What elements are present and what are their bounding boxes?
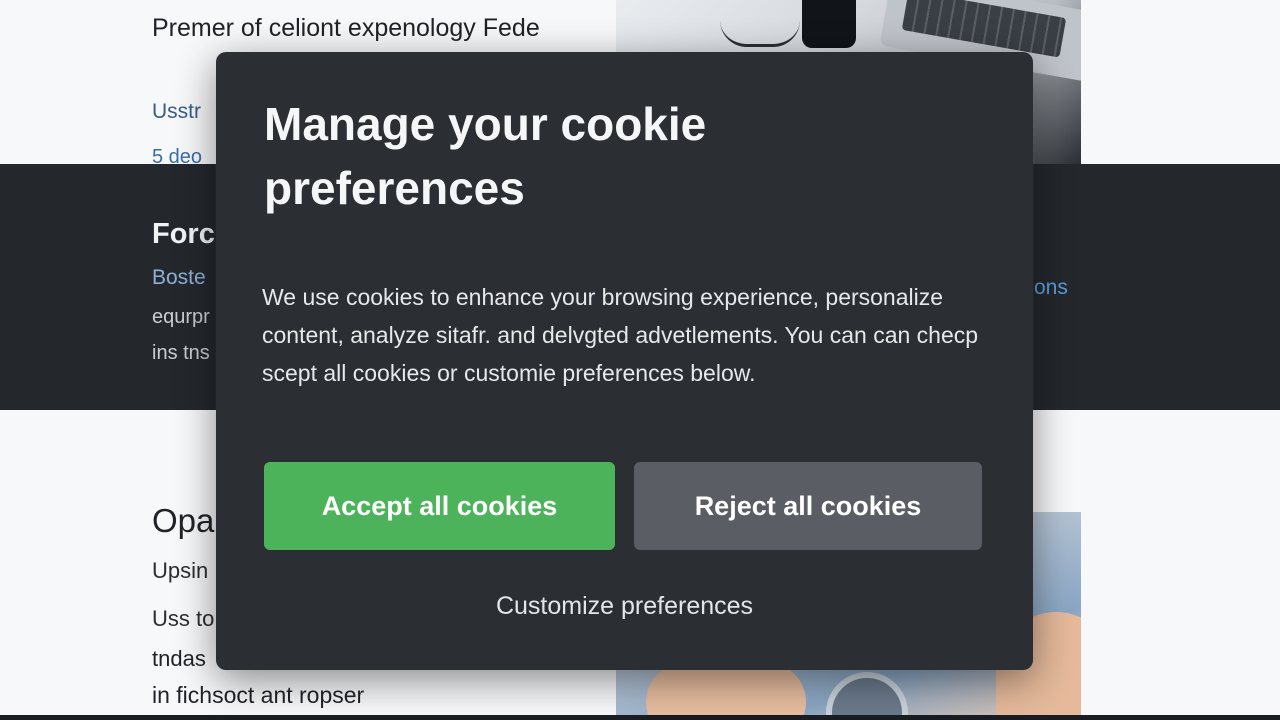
dark-section-right-link[interactable]: ons xyxy=(1034,276,1068,300)
bottom-section-text-line: tndas xyxy=(152,646,206,671)
cookie-modal-title: Manage your cookie preferences xyxy=(264,98,707,214)
reject-all-cookies-button[interactable]: Reject all cookies xyxy=(634,462,982,550)
dark-section-subtitle[interactable]: Boste xyxy=(152,266,206,290)
page: Premer of celiont expenology Fede Usstr … xyxy=(0,0,1280,720)
glasses-shape xyxy=(720,20,800,47)
bottom-section-text-line: in fichsoct ant ropser xyxy=(152,682,365,708)
dark-section-title: Forc xyxy=(152,218,215,250)
bottom-section-text-line: Uss to xyxy=(152,606,215,631)
customize-preferences-link[interactable]: Customize preferences xyxy=(216,592,1033,621)
accept-all-cookies-button[interactable]: Accept all cookies xyxy=(264,462,615,550)
bottom-section-title: Opa xyxy=(152,502,215,539)
device-shape xyxy=(826,672,908,720)
dark-section-text-line: ins tns xyxy=(152,342,210,364)
dark-section-text-line: equrpr xyxy=(152,306,210,328)
page-bottom-edge xyxy=(0,715,1280,720)
cup-shape xyxy=(802,0,856,48)
hand-shape xyxy=(646,662,806,720)
top-section-title: Premer of celiont expenology Fede xyxy=(152,14,540,42)
bottom-section-subtitle: Upsin xyxy=(152,558,209,583)
top-section-link[interactable]: Usstr xyxy=(152,100,201,124)
cookie-modal-description: We use cookies to enhance your browsing … xyxy=(262,284,979,386)
cookie-consent-modal: Manage your cookie preferences We use co… xyxy=(216,52,1033,670)
